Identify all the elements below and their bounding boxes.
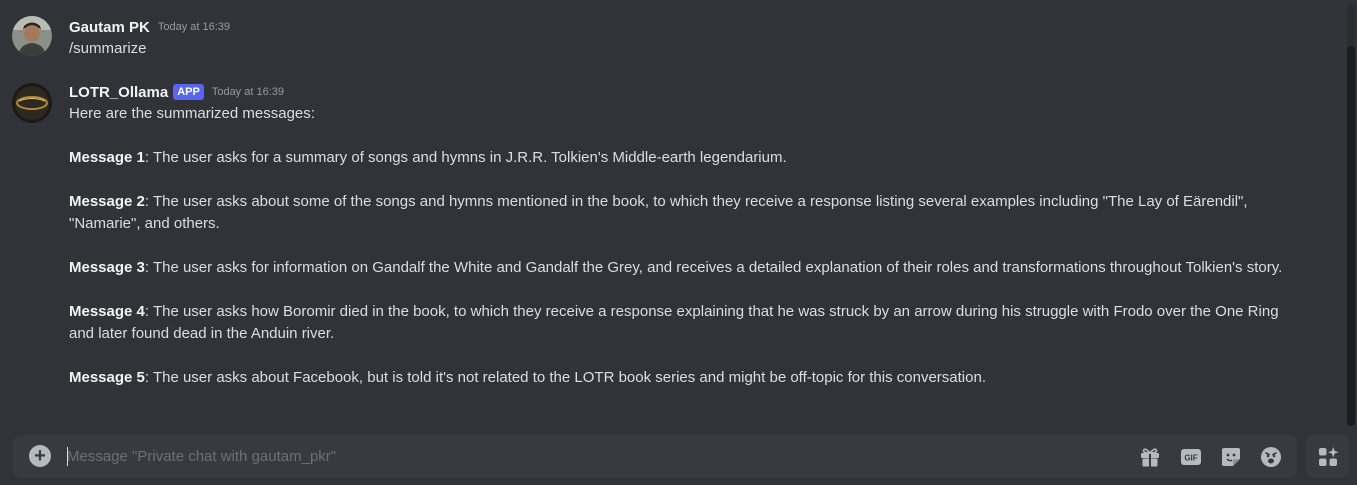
scrollbar-thumb[interactable] (1347, 46, 1355, 426)
message-header: Gautam PK Today at 16:39 (69, 16, 230, 38)
summary-item-text: : The user asks for a summary of songs a… (144, 149, 787, 166)
message-content: Here are the summarized messages: Messag… (69, 103, 1299, 389)
username[interactable]: LOTR_Ollama (69, 84, 168, 101)
summary-item-text: : The user asks about some of the songs … (69, 193, 1248, 232)
summary-item-text: : The user asks for information on Ganda… (144, 259, 1283, 276)
message-content: /summarize (69, 38, 1299, 60)
summary-item-label: Message 1 (69, 149, 145, 166)
summary-item-text: : The user asks how Boromir died in the … (69, 303, 1279, 342)
message-header: LOTR_Ollama APP Today at 16:39 (69, 81, 284, 103)
summary-item-text: : The user asks about Facebook, but is t… (144, 369, 986, 386)
summary-item: Message 4: The user asks how Boromir die… (69, 301, 1299, 345)
app-badge: APP (173, 84, 204, 100)
summary-item: Message 5: The user asks about Facebook,… (69, 367, 1299, 389)
text-cursor (67, 447, 68, 466)
summary-intro: Here are the summarized messages: (69, 105, 315, 122)
emoji-icon[interactable] (1259, 445, 1283, 469)
summary-item: Message 2: The user asks about some of t… (69, 191, 1299, 235)
avatar-gautam[interactable] (12, 16, 52, 56)
sticker-icon[interactable] (1219, 445, 1243, 469)
avatar-lotr-ollama[interactable] (12, 83, 52, 123)
summary-item: Message 1: The user asks for a summary o… (69, 147, 1299, 169)
message-input[interactable] (67, 435, 1127, 478)
summary-item-label: Message 2 (69, 193, 145, 210)
summary-item-label: Message 5 (69, 369, 145, 386)
plus-circle-icon[interactable]: + (29, 445, 51, 467)
summary-item-label: Message 4 (69, 303, 145, 320)
gif-icon[interactable]: GIF (1179, 445, 1203, 469)
apps-icon[interactable] (1306, 435, 1349, 478)
summary-item: Message 3: The user asks for information… (69, 257, 1299, 279)
message-composer: + GIF (13, 435, 1297, 478)
gift-icon[interactable] (1138, 445, 1162, 469)
timestamp[interactable]: Today at 16:39 (158, 21, 230, 33)
gif-label: GIF (1184, 454, 1197, 463)
username[interactable]: Gautam PK (69, 19, 150, 36)
message-text: /summarize (69, 40, 147, 57)
timestamp[interactable]: Today at 16:39 (212, 86, 284, 98)
message-list: Gautam PK Today at 16:39 /summarize LOTR… (0, 0, 1357, 430)
summary-item-label: Message 3 (69, 259, 145, 276)
